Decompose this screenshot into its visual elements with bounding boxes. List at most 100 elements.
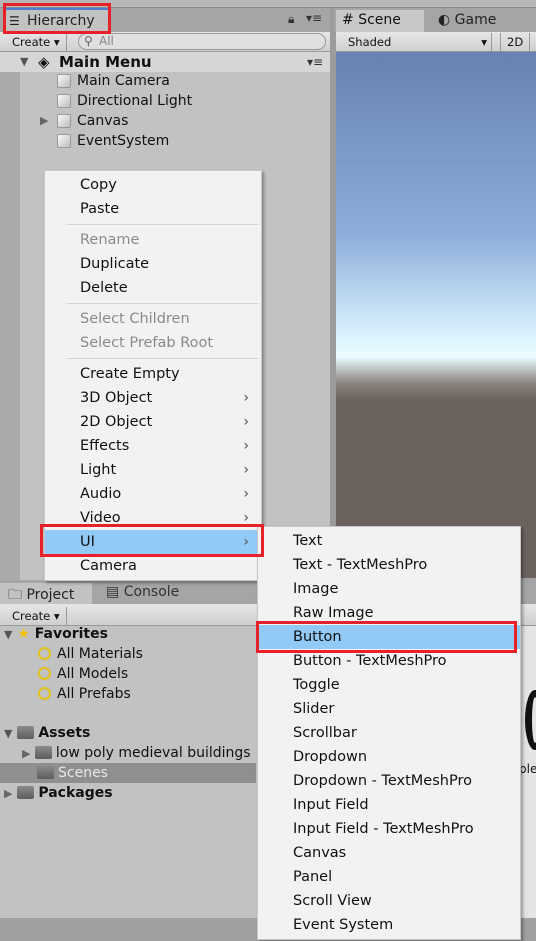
item-label: EventSystem — [77, 133, 170, 149]
tab-game[interactable]: ◐ Game — [438, 12, 496, 28]
scene-menu-icon[interactable]: ▾≡ — [307, 52, 323, 72]
menu-item-label: Input Field — [293, 797, 369, 813]
menu-item-select-children: Select Children — [45, 307, 261, 331]
menu-item-label: Select Prefab Root — [80, 335, 214, 351]
packages-folder[interactable]: ▶ Packages — [4, 783, 113, 803]
menu-item-label: Rename — [80, 232, 140, 248]
hierarchy-item-main-camera[interactable]: Main Camera — [0, 71, 332, 91]
menu-item-duplicate[interactable]: Duplicate — [45, 252, 261, 276]
menu-item-3d-object[interactable]: 3D Object › — [45, 386, 261, 410]
scene-row[interactable]: ▼ ◈ Main Menu ▾≡ — [0, 52, 332, 72]
submenu-item-raw-image[interactable]: Raw Image — [258, 601, 520, 625]
folder-icon — [37, 766, 54, 779]
menu-item-label: Event System — [293, 917, 394, 933]
menu-item-label: Dropdown — [293, 749, 368, 765]
menu-item-effects[interactable]: Effects › — [45, 434, 261, 458]
submenu-item-button-textmeshpro[interactable]: Button - TextMeshPro — [258, 649, 520, 673]
submenu-item-event-system[interactable]: Event System — [258, 913, 520, 937]
chevron-right-icon: › — [243, 534, 249, 550]
submenu-item-dropdown-textmeshpro[interactable]: Dropdown - TextMeshPro — [258, 769, 520, 793]
menu-item-label: Light — [80, 462, 117, 478]
item-label: Directional Light — [77, 93, 193, 109]
submenu-item-input-field-textmeshpro[interactable]: Input Field - TextMeshPro — [258, 817, 520, 841]
star-icon: ★ — [17, 626, 30, 642]
unity-asset-icon — [525, 690, 536, 750]
hierarchy-item-eventsystem[interactable]: EventSystem — [0, 131, 332, 151]
hierarchy-item-canvas[interactable]: ▶ Canvas — [0, 111, 332, 131]
asset-folder[interactable]: ▶ low poly medieval buildings — [22, 743, 251, 763]
scene-name: Main Menu — [59, 53, 152, 71]
console-icon: ▤ — [106, 584, 120, 600]
favorite-item[interactable]: All Materials — [38, 644, 143, 664]
list-icon: ☰ — [9, 14, 20, 28]
scene-viewport[interactable] — [336, 52, 536, 578]
menu-item-label: Paste — [80, 201, 120, 217]
menu-item-label: Delete — [80, 280, 128, 296]
search-input[interactable]: ⚲ All — [78, 33, 326, 50]
submenu-item-panel[interactable]: Panel — [258, 865, 520, 889]
search-placeholder: All — [99, 34, 114, 48]
tab-hierarchy[interactable]: ☰ Hierarchy — [3, 8, 109, 32]
menu-item-2d-object[interactable]: 2D Object › — [45, 410, 261, 434]
submenu-item-input-field[interactable]: Input Field — [258, 793, 520, 817]
menu-item-label: Button - TextMeshPro — [293, 653, 447, 669]
submenu-item-canvas[interactable]: Canvas — [258, 841, 520, 865]
menu-item-label: Panel — [293, 869, 333, 885]
menu-item-label: 3D Object — [80, 390, 153, 406]
menu-item-rename: Rename — [45, 228, 261, 252]
panel-menu-icon[interactable]: ▾≡ — [306, 11, 322, 25]
create-dropdown[interactable]: Create ▾ — [6, 33, 67, 51]
favorite-item[interactable]: All Models — [38, 664, 128, 684]
ui-submenu: Text Text - TextMeshPro Image Raw Image Butt… — [257, 526, 521, 940]
scene-toolbar: Shaded ▾ 2D — [336, 32, 536, 52]
submenu-item-slider[interactable]: Slider — [258, 697, 520, 721]
menu-item-label: Copy — [80, 177, 117, 193]
menu-item-label: Button — [293, 629, 342, 645]
folder-icon: 🗀︎ — [8, 587, 22, 603]
submenu-item-button[interactable]: Button — [258, 625, 520, 649]
2d-toggle[interactable]: 2D — [500, 33, 531, 51]
chevron-right-icon: › — [243, 510, 249, 526]
menu-item-create-empty[interactable]: Create Empty — [45, 362, 261, 386]
project-create-dropdown[interactable]: Create ▾ — [6, 607, 67, 625]
unity-logo-icon: ◈ — [38, 53, 50, 71]
expand-arrow-icon[interactable]: ▶ — [40, 111, 48, 131]
expand-arrow-icon[interactable]: ▼ — [20, 52, 28, 72]
submenu-item-dropdown[interactable]: Dropdown — [258, 745, 520, 769]
favorite-item[interactable]: All Prefabs — [38, 684, 131, 704]
menu-item-copy[interactable]: Copy — [45, 173, 261, 197]
menu-item-light[interactable]: Light › — [45, 458, 261, 482]
hierarchy-item-directional-light[interactable]: Directional Light — [0, 91, 332, 111]
search-icon: ⚲ — [84, 34, 93, 48]
submenu-item-scrollbar[interactable]: Scrollbar — [258, 721, 520, 745]
menu-separator — [67, 303, 259, 304]
menu-item-select-prefab-root: Select Prefab Root — [45, 331, 261, 355]
menu-item-paste[interactable]: Paste — [45, 197, 261, 221]
submenu-item-scroll-view[interactable]: Scroll View — [258, 889, 520, 913]
menu-item-video[interactable]: Video › — [45, 506, 261, 530]
shading-dropdown[interactable]: Shaded ▾ — [342, 33, 492, 51]
menu-item-audio[interactable]: Audio › — [45, 482, 261, 506]
lock-icon[interactable]: 🔒︎ — [288, 12, 294, 27]
tab-project[interactable]: 🗀︎ Project — [0, 583, 92, 604]
submenu-item-text[interactable]: Text — [258, 529, 520, 553]
submenu-item-toggle[interactable]: Toggle — [258, 673, 520, 697]
tab-scene[interactable]: # Scene — [336, 10, 424, 32]
menu-item-label: Video — [80, 510, 121, 526]
submenu-item-text-textmeshpro[interactable]: Text - TextMeshPro — [258, 553, 520, 577]
asset-folder-selected[interactable]: Scenes — [0, 763, 256, 783]
menu-item-label: Toggle — [293, 677, 340, 693]
tab-console[interactable]: ▤ Console — [106, 584, 179, 600]
gameobject-icon — [57, 134, 71, 148]
favorites-folder[interactable]: ▼ ★ Favorites — [4, 624, 108, 644]
submenu-item-image[interactable]: Image — [258, 577, 520, 601]
gameobject-icon — [57, 74, 71, 88]
context-menu: Copy Paste Rename Duplicate Delete Select Chi… — [44, 170, 262, 581]
game-icon: ◐ — [438, 12, 451, 28]
menu-item-camera[interactable]: Camera — [45, 554, 261, 578]
chevron-right-icon: › — [243, 414, 249, 430]
assets-folder[interactable]: ▼ Assets — [4, 723, 90, 743]
menu-item-ui[interactable]: UI › — [45, 530, 261, 554]
menu-item-delete[interactable]: Delete — [45, 276, 261, 300]
menu-item-label: Scrollbar — [293, 725, 357, 741]
